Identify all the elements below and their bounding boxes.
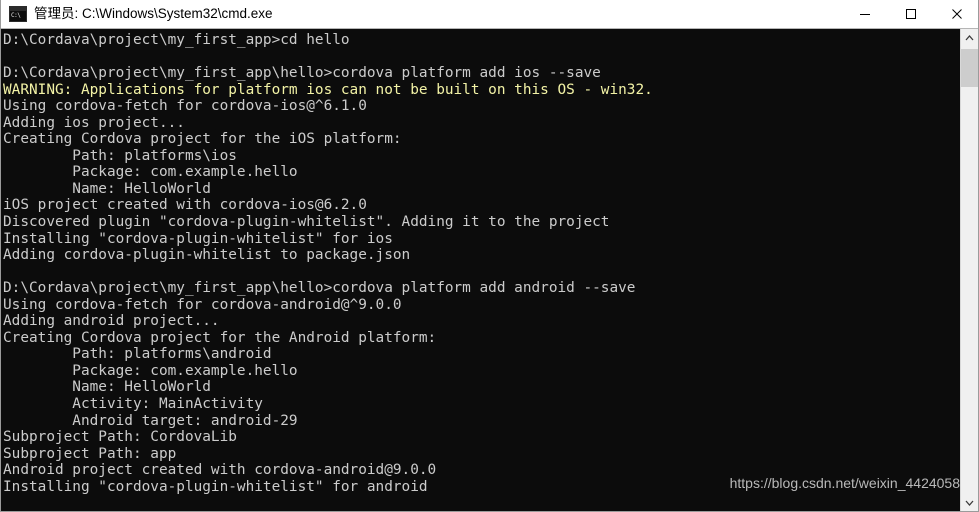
- terminal-line: Name: HelloWorld: [3, 379, 211, 396]
- terminal-line: Path: platforms\ios: [3, 147, 237, 164]
- icon-prompt-text: C:\: [10, 11, 26, 21]
- terminal-line: Name: HelloWorld: [3, 180, 211, 197]
- terminal-line: Adding ios project...: [3, 114, 185, 131]
- minimize-button[interactable]: [842, 0, 888, 28]
- terminal-line: Activity: MainActivity: [3, 396, 263, 413]
- scroll-up-arrow-icon[interactable]: [961, 29, 978, 47]
- close-button[interactable]: [934, 0, 978, 28]
- terminal-line: Using cordova-fetch for cordova-ios@^6.1…: [3, 98, 367, 115]
- terminal-line: Package: com.example.hello: [3, 362, 298, 379]
- scroll-down-arrow-icon[interactable]: [961, 494, 978, 511]
- terminal-line: Creating Cordova project for the iOS pla…: [3, 131, 402, 148]
- terminal-line: Path: platforms\android: [3, 346, 272, 363]
- terminal-line: Discovered plugin "cordova-plugin-whitel…: [3, 214, 610, 231]
- terminal-line: Creating Cordova project for the Android…: [3, 329, 437, 346]
- terminal-line: iOS project created with cordova-ios@6.2…: [3, 197, 367, 214]
- terminal-line: D:\Cordava\project\my_first_app>cd hello: [3, 32, 350, 48]
- terminal-line: D:\Cordava\project\my_first_app\hello>co…: [3, 65, 601, 82]
- terminal-line: Installing "cordova-plugin-whitelist" fo…: [3, 478, 428, 495]
- terminal-line: Subproject Path: CordovaLib: [3, 429, 237, 446]
- terminal-output[interactable]: D:\Cordava\project\my_first_app>cd hello…: [1, 29, 962, 511]
- window-controls: [842, 0, 978, 28]
- terminal-line: Subproject Path: app: [3, 445, 177, 462]
- terminal-line: Android target: android-29: [3, 412, 298, 429]
- maximize-button[interactable]: [888, 0, 934, 28]
- terminal-line: Android project created with cordova-and…: [3, 462, 437, 479]
- terminal-line: Installing "cordova-plugin-whitelist" fo…: [3, 230, 393, 247]
- terminal-line: D:\Cordava\project\my_first_app\hello>co…: [3, 280, 636, 297]
- title-bar[interactable]: C:\ 管理员: C:\Windows\System32\cmd.exe: [1, 0, 978, 29]
- window-title: 管理员: C:\Windows\System32\cmd.exe: [34, 6, 273, 21]
- cmd-window: C:\ 管理员: C:\Windows\System32\cmd.exe D:\…: [0, 0, 979, 512]
- terminal-line: Adding cordova-plugin-whitelist to packa…: [3, 247, 411, 264]
- scrollbar-thumb[interactable]: [961, 49, 978, 87]
- terminal-line: Package: com.example.hello: [3, 164, 298, 181]
- terminal-line: WARNING: Applications for platform ios c…: [3, 81, 653, 98]
- terminal-line: Using cordova-fetch for cordova-android@…: [3, 296, 402, 313]
- vertical-scrollbar[interactable]: [960, 29, 978, 511]
- terminal-line: Adding android project...: [3, 313, 220, 330]
- cmd-console-icon: C:\: [9, 6, 27, 22]
